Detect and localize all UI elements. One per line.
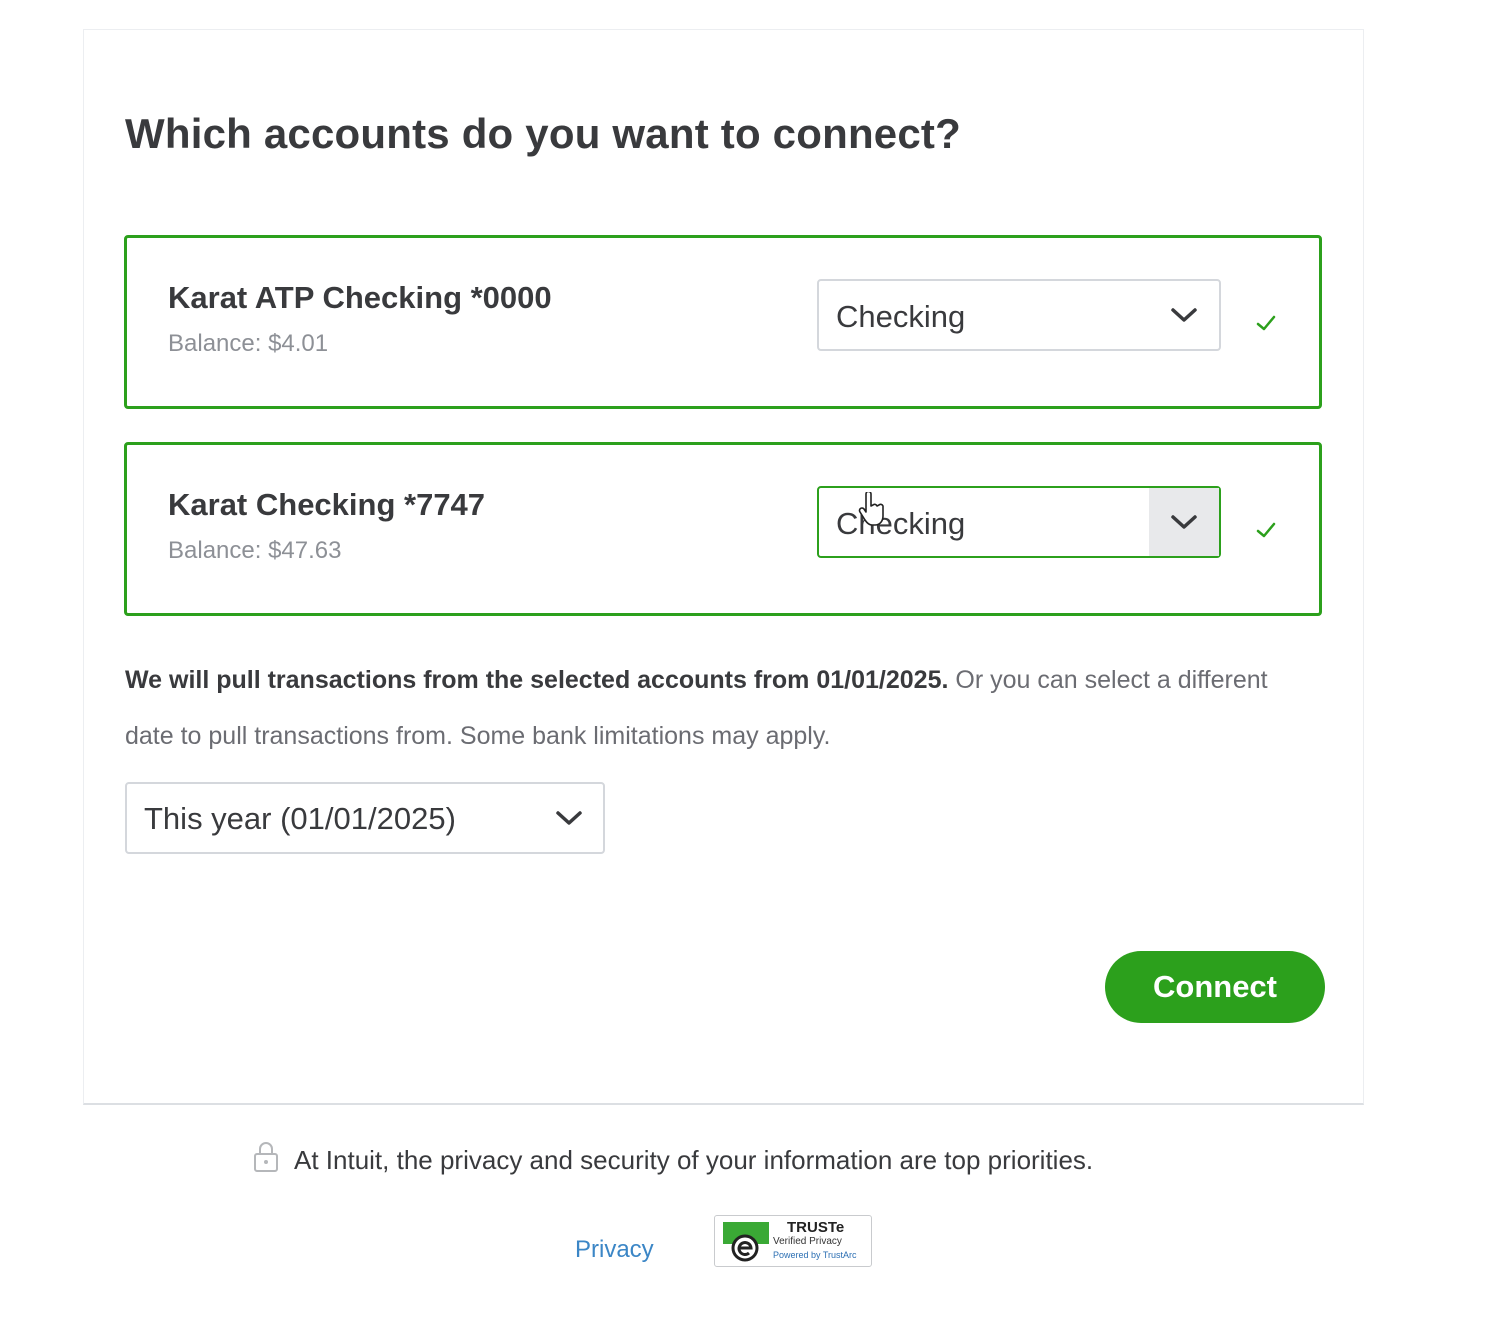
account-name: Karat ATP Checking *0000 [168,280,552,315]
connect-accounts-card: Which accounts do you want to connect? K… [83,29,1364,1105]
lock-icon [252,1140,280,1181]
account-type-value: Checking [836,299,966,334]
info-bold-text: We will pull transactions from the selec… [125,666,949,694]
hand-pointer-icon [858,490,886,533]
page-title: Which accounts do you want to connect? [125,110,961,157]
truste-title: TRUSTe [787,1219,845,1236]
chevron-down-icon [1149,281,1219,349]
connect-button[interactable]: Connect [1105,951,1325,1023]
account-type-dropdown[interactable]: Checking [817,279,1221,351]
security-notice: At Intuit, the privacy and security of y… [252,1140,1093,1181]
account-balance: Balance: $4.01 [168,330,329,357]
account-row-1[interactable]: Karat ATP Checking *0000 Balance: $4.01 … [124,235,1322,409]
truste-subtitle: Verified Privacy [773,1236,842,1247]
date-range-value: This year (01/01/2025) [144,801,456,836]
truste-logo-icon [721,1220,771,1267]
truste-powered: Powered by TrustArc [773,1250,857,1260]
account-row-2[interactable]: Karat Checking *7747 Balance: $47.63 Che… [124,442,1322,616]
chevron-down-icon [549,784,589,852]
chevron-down-icon [1149,488,1219,556]
truste-badge[interactable]: TRUSTe Verified Privacy Powered by Trust… [714,1215,872,1267]
privacy-link[interactable]: Privacy [575,1236,654,1264]
security-text: At Intuit, the privacy and security of y… [294,1145,1094,1175]
checkmark-icon [1255,519,1277,541]
date-range-dropdown[interactable]: This year (01/01/2025) [125,782,605,854]
account-type-value: Checking [836,506,966,541]
account-balance: Balance: $47.63 [168,537,342,564]
account-name: Karat Checking *7747 [168,487,486,522]
pull-transactions-info: We will pull transactions from the selec… [125,652,1305,764]
checkmark-icon [1255,312,1277,334]
